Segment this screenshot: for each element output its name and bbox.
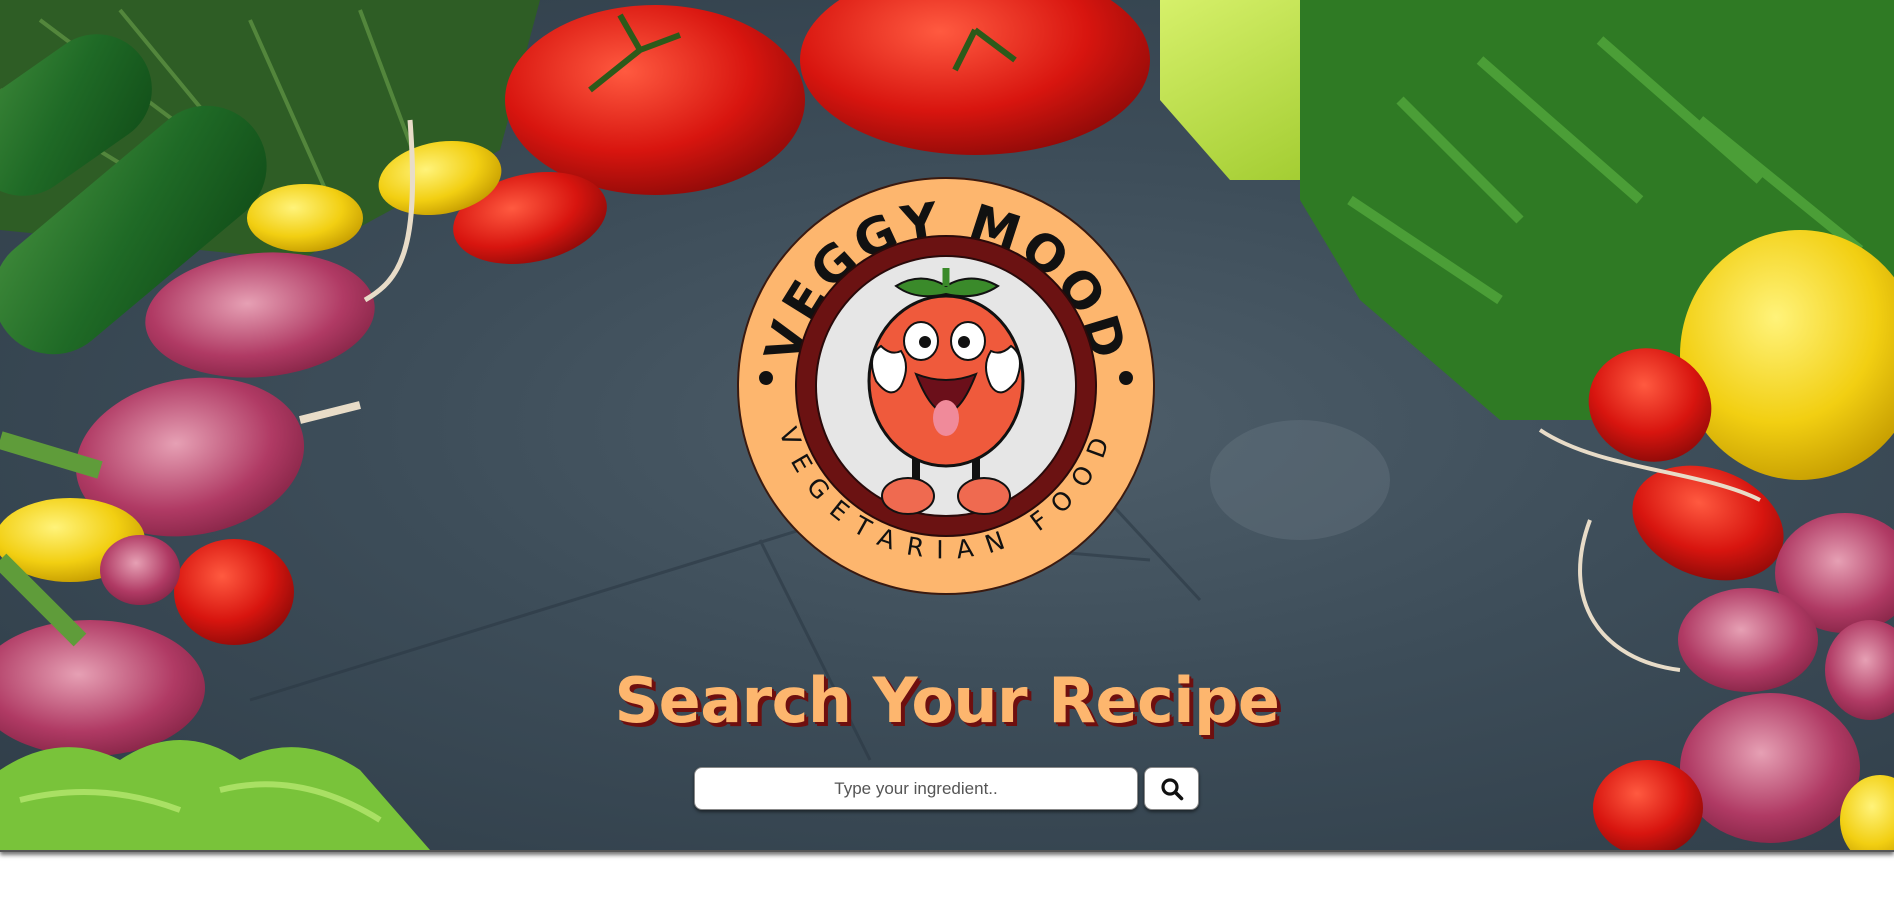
hero-banner: VEGGY MOOD VEGETARIAN FOOD Search Your R [0, 0, 1894, 852]
search-button[interactable] [1144, 767, 1199, 810]
search-icon [1160, 777, 1183, 800]
ingredient-search-input[interactable] [694, 767, 1138, 810]
page-title: Search Your Recipe [614, 664, 1280, 737]
veggy-mood-logo: VEGGY MOOD VEGETARIAN FOOD [737, 177, 1155, 595]
